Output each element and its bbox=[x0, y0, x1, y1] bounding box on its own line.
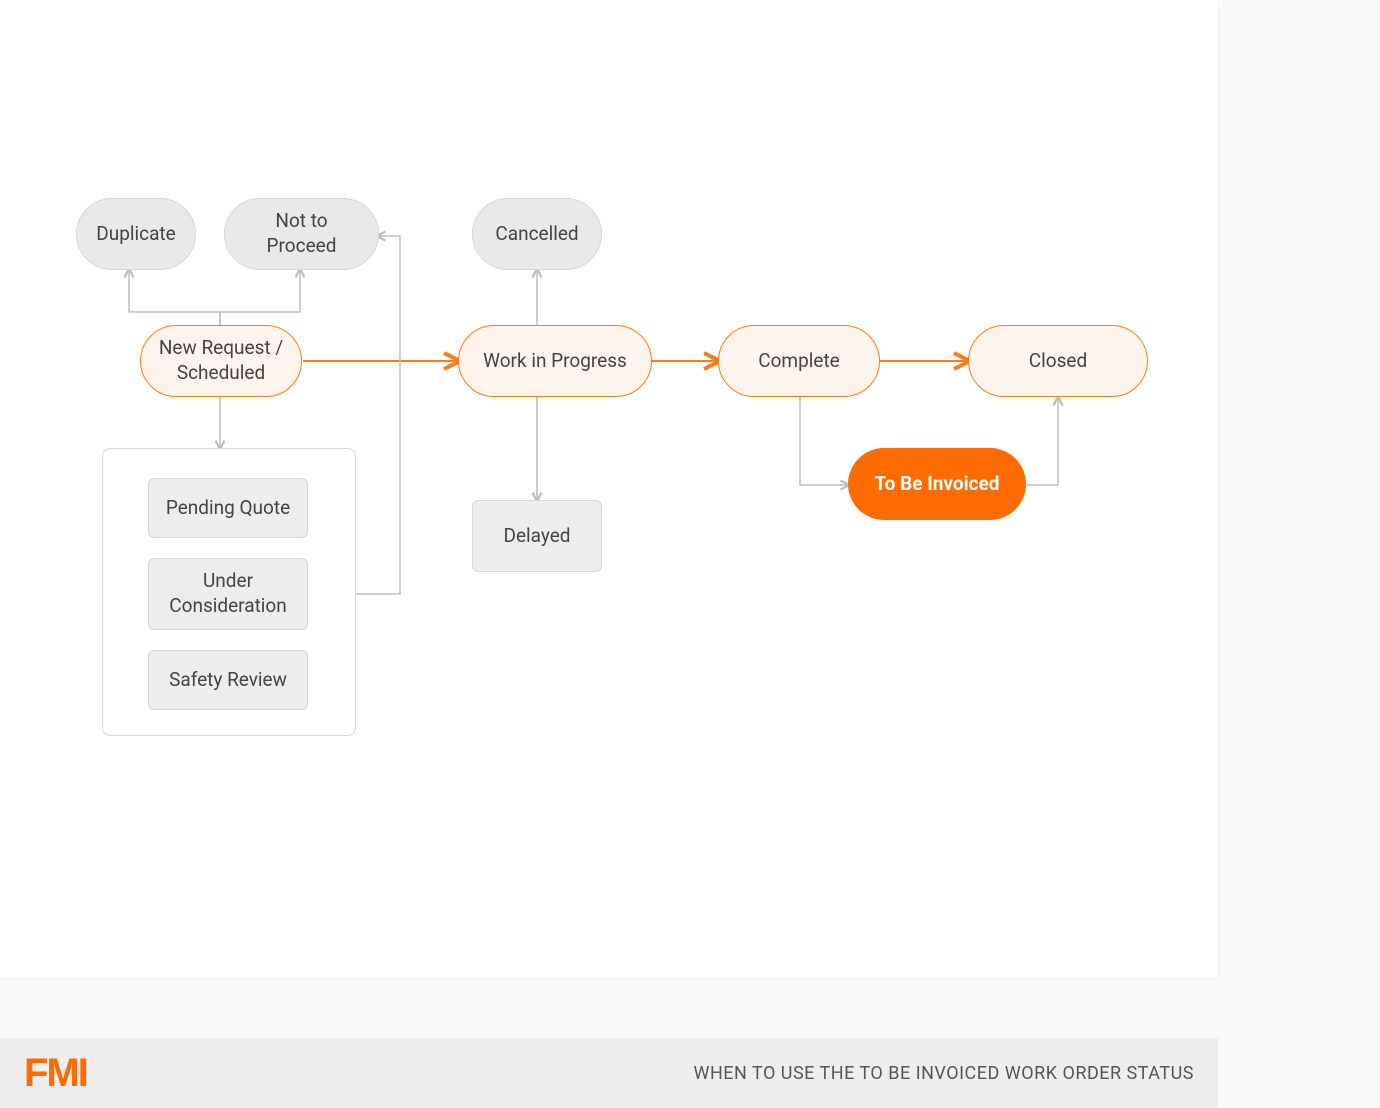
node-cancelled: Cancelled bbox=[472, 198, 602, 270]
node-label: Under Consideration bbox=[163, 569, 293, 618]
node-label: Complete bbox=[758, 349, 840, 374]
node-closed: Closed bbox=[968, 325, 1148, 397]
node-work-in-progress: Work in Progress bbox=[458, 325, 652, 397]
node-label: Work in Progress bbox=[483, 349, 627, 374]
node-safety-review: Safety Review bbox=[148, 650, 308, 710]
node-delayed: Delayed bbox=[472, 500, 602, 572]
node-duplicate: Duplicate bbox=[76, 198, 196, 270]
node-new-request: New Request / Scheduled bbox=[140, 325, 302, 397]
node-label: Duplicate bbox=[96, 222, 175, 247]
node-label: Delayed bbox=[503, 524, 570, 549]
node-label: Safety Review bbox=[169, 668, 287, 693]
node-not-to-proceed: Not to Proceed bbox=[224, 198, 379, 270]
node-label: Pending Quote bbox=[166, 496, 290, 521]
node-label: Cancelled bbox=[495, 222, 578, 247]
node-pending-quote: Pending Quote bbox=[148, 478, 308, 538]
node-label: Not to Proceed bbox=[239, 209, 364, 258]
footer-caption: WHEN TO USE THE TO BE INVOICED WORK ORDE… bbox=[693, 1063, 1194, 1084]
node-label: To Be Invoiced bbox=[874, 472, 999, 497]
node-label: New Request / Scheduled bbox=[155, 336, 287, 385]
logo: FMI bbox=[24, 1051, 87, 1096]
footer-bar: FMI WHEN TO USE THE TO BE INVOICED WORK … bbox=[0, 1038, 1218, 1108]
node-to-be-invoiced: To Be Invoiced bbox=[848, 448, 1026, 520]
node-complete: Complete bbox=[718, 325, 880, 397]
node-label: Closed bbox=[1029, 349, 1087, 374]
node-under-consideration: Under Consideration bbox=[148, 558, 308, 630]
diagram-canvas: Duplicate Not to Proceed Cancelled New R… bbox=[0, 0, 1218, 978]
